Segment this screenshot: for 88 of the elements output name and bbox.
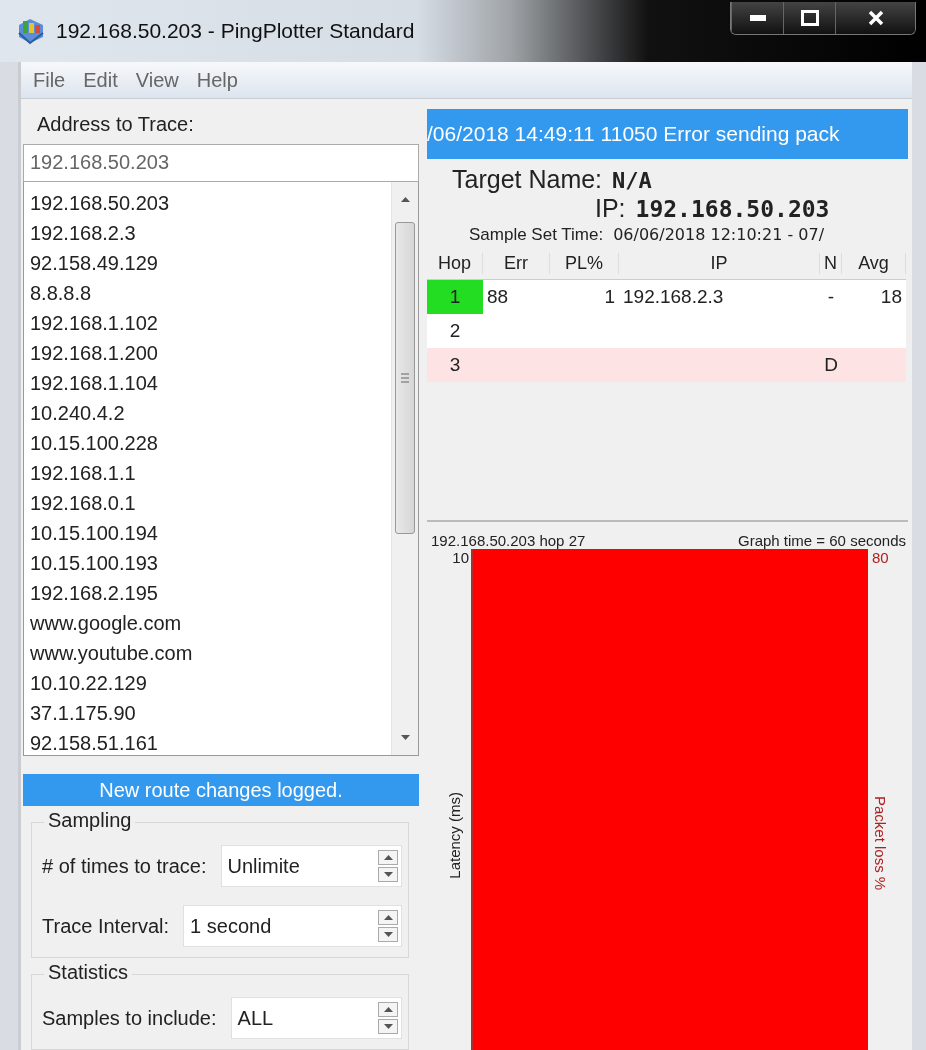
history-item[interactable]: 192.168.50.203 [30, 187, 391, 218]
history-item[interactable]: 192.168.1.200 [30, 337, 391, 368]
scroll-thumb[interactable] [395, 221, 415, 534]
field-label: Trace Interval: [42, 914, 170, 938]
menu-item[interactable]: Help [196, 68, 238, 92]
up-arrow-icon [383, 1007, 393, 1012]
loss-tick: 80 [872, 549, 889, 566]
sample-time-label: Sample Set Time: [469, 225, 604, 245]
minimize-icon [749, 15, 766, 21]
decrement-button[interactable] [378, 927, 398, 942]
table-cell-text: 88 [486, 285, 510, 309]
table-cell-text: 1 [603, 285, 616, 309]
column-header[interactable]: PL% [550, 252, 619, 274]
down-arrow-icon [383, 872, 393, 877]
increment-button[interactable] [378, 910, 398, 925]
history-item[interactable]: 92.158.51.161 [30, 727, 391, 755]
down-arrow-icon [383, 932, 393, 937]
history-item[interactable]: 8.8.8.8 [30, 277, 391, 308]
target-ip: 192.168.50.203 [635, 196, 830, 222]
up-arrow-icon [383, 915, 393, 920]
hop-row[interactable]: 1 88 1 192.168.2.3 - 18 [427, 280, 906, 314]
address-field[interactable]: 192.168.50.203 [23, 144, 419, 182]
column-header[interactable]: Hop [427, 252, 483, 274]
spin-field[interactable]: 1 second [183, 905, 402, 947]
latency-axis-label: Latency (ms) [446, 792, 463, 879]
menu-item[interactable]: Edit [83, 68, 118, 92]
decrement-button[interactable] [378, 1019, 398, 1034]
history-item[interactable]: www.youtube.com [30, 637, 391, 668]
spin-field[interactable]: ALL [230, 997, 402, 1039]
hop-number: 1 [427, 280, 483, 314]
latency-tick: 10 [452, 549, 469, 566]
loss-axis-label: Packet loss % [872, 796, 889, 891]
maximize-button[interactable] [783, 2, 835, 34]
hop-row[interactable]: 3 D [427, 348, 906, 382]
history-item[interactable]: www.google.com [30, 607, 391, 638]
history-item[interactable]: 192.168.2.3 [30, 217, 391, 248]
history-item[interactable]: 10.10.22.129 [30, 667, 391, 698]
history-item[interactable]: 192.168.1.104 [30, 367, 391, 398]
graph-time: Graph time = 60 seconds [738, 532, 906, 549]
history-item[interactable]: 192.168.1.102 [30, 307, 391, 338]
down-arrow-icon [383, 1024, 393, 1029]
window-title: 192.168.50.203 - PingPlotter Standard [56, 19, 415, 43]
history-item[interactable]: 10.15.100.228 [30, 427, 391, 458]
sample-time: 06/06/2018 12:10:21 - 07/ [613, 225, 825, 245]
increment-button[interactable] [378, 850, 398, 865]
history-item[interactable]: 10.15.100.194 [30, 517, 391, 548]
menu-item[interactable]: File [33, 68, 66, 92]
column-header[interactable]: Err [483, 252, 550, 274]
column-header[interactable]: IP [619, 252, 820, 274]
hop-row[interactable]: 2 [427, 314, 906, 348]
graph-title: 192.168.50.203 hop 27 [431, 532, 586, 549]
increment-button[interactable] [378, 1002, 398, 1017]
table-cell-text: 18 [879, 285, 903, 309]
up-arrow-icon [400, 197, 410, 203]
history-item[interactable]: 192.168.0.1 [30, 487, 391, 518]
grip-icon [401, 372, 409, 383]
decrement-button[interactable] [378, 867, 398, 882]
history-item[interactable]: 192.168.1.1 [30, 457, 391, 488]
target-name: N/A [612, 168, 652, 193]
app-icon [16, 17, 46, 45]
ip-label: IP: [595, 194, 626, 223]
minimize-button[interactable] [731, 2, 783, 34]
down-arrow-icon [400, 734, 410, 740]
history-item[interactable]: 37.1.175.90 [30, 697, 391, 728]
table-cell-text: - [826, 285, 836, 309]
field-label: # of times to trace: [42, 854, 207, 878]
column-header[interactable]: N [820, 252, 842, 274]
up-arrow-icon [383, 855, 393, 860]
group-title: Sampling [44, 809, 136, 832]
table-cell-text: D [823, 353, 839, 377]
error-banner: /06/2018 14:49:11 11050 Error sending pack [427, 109, 908, 159]
address-label: Address to Trace: [36, 112, 195, 137]
menu-item[interactable]: View [135, 68, 179, 92]
field-label: Samples to include: [42, 1006, 217, 1030]
route-notice: New route changes logged. [23, 774, 419, 806]
close-button[interactable] [835, 2, 915, 34]
hop-number: 3 [448, 353, 462, 377]
column-header[interactable]: Avg [842, 252, 906, 274]
history-item[interactable]: 10.240.4.2 [30, 397, 391, 428]
history-item[interactable]: 10.15.100.193 [30, 547, 391, 578]
history-item[interactable]: 192.168.2.195 [30, 577, 391, 608]
spin-field[interactable]: Unlimite [220, 845, 402, 887]
table-cell-text: 192.168.2.3 [622, 285, 725, 309]
hop-number: 2 [448, 319, 462, 343]
maximize-icon [800, 10, 819, 26]
target-name-label: Target Name: [452, 165, 603, 194]
close-icon [867, 10, 884, 26]
history-item[interactable]: 92.158.49.129 [30, 247, 391, 278]
